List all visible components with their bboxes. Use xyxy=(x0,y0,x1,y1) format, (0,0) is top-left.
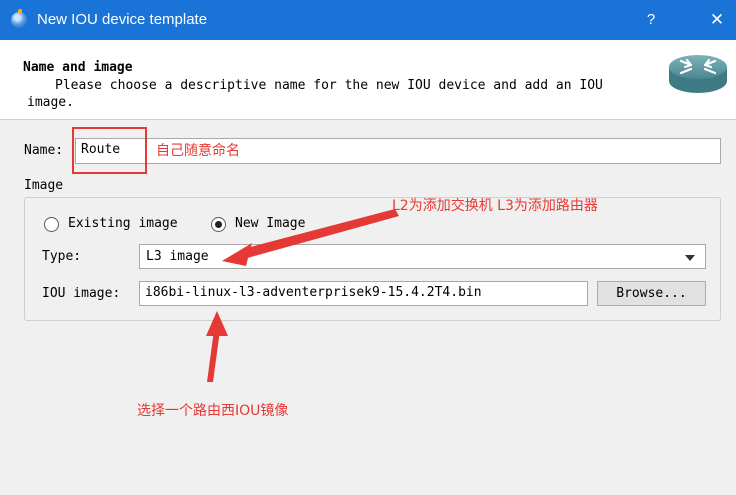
arrow-to-type-select xyxy=(222,209,399,266)
annotation-arrows xyxy=(206,209,399,382)
arrow-to-iou-image xyxy=(206,311,228,382)
